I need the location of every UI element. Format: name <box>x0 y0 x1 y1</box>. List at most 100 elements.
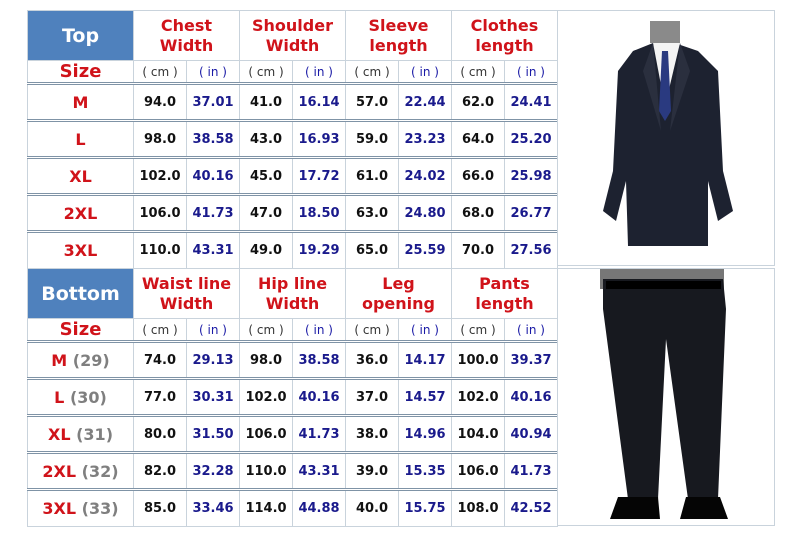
table-row: XL 102.0 40.16 45.0 17.72 61.0 24.02 66.0 25.98 <box>27 156 558 195</box>
unit-in: ( in ) <box>292 60 346 84</box>
unit-cm: ( cm ) <box>133 60 187 84</box>
table-row: 3XL 110.0 43.31 49.0 19.29 65.0 25.59 70.0 27.56 <box>27 230 558 269</box>
unit-in: ( in ) <box>186 318 240 342</box>
value-in: 15.75 <box>398 488 452 527</box>
column-header: Pants length <box>451 268 558 319</box>
value-cm: 102.0 <box>133 156 187 195</box>
size-name: 2XL (32) <box>27 451 134 490</box>
value-in: 37.01 <box>186 82 240 121</box>
value-in: 24.02 <box>398 156 452 195</box>
section-tag: Bottom <box>27 268 134 319</box>
value-cm: 63.0 <box>345 193 399 232</box>
value-in: 32.28 <box>186 451 240 490</box>
value-cm: 108.0 <box>451 488 505 527</box>
size-name: 3XL (33) <box>27 488 134 527</box>
unit-cm: ( cm ) <box>239 318 293 342</box>
column-header: Clothes length <box>451 10 558 61</box>
size-label: Size <box>27 60 134 84</box>
value-in: 38.58 <box>292 340 346 379</box>
value-cm: 106.0 <box>133 193 187 232</box>
unit-in: ( in ) <box>292 318 346 342</box>
value-cm: 98.0 <box>133 119 187 158</box>
value-cm: 65.0 <box>345 230 399 269</box>
value-cm: 100.0 <box>451 340 505 379</box>
value-in: 42.52 <box>504 488 558 527</box>
value-in: 41.73 <box>292 414 346 453</box>
value-cm: 74.0 <box>133 340 187 379</box>
value-in: 31.50 <box>186 414 240 453</box>
value-in: 33.46 <box>186 488 240 527</box>
size-name: 3XL <box>27 230 134 269</box>
value-in: 24.80 <box>398 193 452 232</box>
value-cm: 102.0 <box>451 377 505 416</box>
value-in: 16.93 <box>292 119 346 158</box>
size-label: Size <box>27 318 134 342</box>
unit-in: ( in ) <box>398 60 452 84</box>
size-name: M <box>27 82 134 121</box>
value-in: 40.16 <box>292 377 346 416</box>
value-in: 43.31 <box>186 230 240 269</box>
value-cm: 70.0 <box>451 230 505 269</box>
table-row: 2XL (32) 82.0 32.28 110.0 43.31 39.0 15.35 106.… <box>27 451 558 490</box>
value-in: 24.41 <box>504 82 558 121</box>
bottom-size-section: Bottom Waist line Width Hip line Width Leg ope… <box>27 268 775 527</box>
table-row: 3XL (33) 85.0 33.46 114.0 44.88 40.0 15.75 108.… <box>27 488 558 527</box>
value-in: 19.29 <box>292 230 346 269</box>
unit-in: ( in ) <box>504 60 558 84</box>
value-cm: 77.0 <box>133 377 187 416</box>
value-in: 30.31 <box>186 377 240 416</box>
value-in: 22.44 <box>398 82 452 121</box>
value-in: 25.59 <box>398 230 452 269</box>
value-in: 14.96 <box>398 414 452 453</box>
size-name: XL (31) <box>27 414 134 453</box>
value-cm: 62.0 <box>451 82 505 121</box>
value-cm: 104.0 <box>451 414 505 453</box>
value-cm: 68.0 <box>451 193 505 232</box>
value-cm: 38.0 <box>345 414 399 453</box>
value-cm: 47.0 <box>239 193 293 232</box>
top-size-table: Top Chest Width Shoulder Width Sleeve length Cl… <box>27 10 558 269</box>
column-header: Sleeve length <box>345 10 452 61</box>
value-in: 29.13 <box>186 340 240 379</box>
value-in: 43.31 <box>292 451 346 490</box>
column-header: Leg opening <box>345 268 452 319</box>
value-cm: 40.0 <box>345 488 399 527</box>
value-cm: 110.0 <box>133 230 187 269</box>
value-cm: 102.0 <box>239 377 293 416</box>
value-cm: 49.0 <box>239 230 293 269</box>
column-header: Chest Width <box>133 10 240 61</box>
size-name: M (29) <box>27 340 134 379</box>
table-row: L 98.0 38.58 43.0 16.93 59.0 23.23 64.0 25.20 <box>27 119 558 158</box>
table-row: L (30) 77.0 30.31 102.0 40.16 37.0 14.57 102.0 4… <box>27 377 558 416</box>
unit-in: ( in ) <box>504 318 558 342</box>
value-cm: 43.0 <box>239 119 293 158</box>
value-cm: 64.0 <box>451 119 505 158</box>
table-row: M 94.0 37.01 41.0 16.14 57.0 22.44 62.0 24.41 <box>27 82 558 121</box>
value-cm: 106.0 <box>451 451 505 490</box>
unit-cm: ( cm ) <box>239 60 293 84</box>
value-cm: 41.0 <box>239 82 293 121</box>
value-in: 38.58 <box>186 119 240 158</box>
value-in: 39.37 <box>504 340 558 379</box>
value-in: 44.88 <box>292 488 346 527</box>
value-in: 26.77 <box>504 193 558 232</box>
value-in: 25.20 <box>504 119 558 158</box>
value-in: 25.98 <box>504 156 558 195</box>
value-cm: 80.0 <box>133 414 187 453</box>
top-size-section: Top Chest Width Shoulder Width Sleeve length Cl… <box>27 10 775 269</box>
value-cm: 110.0 <box>239 451 293 490</box>
value-cm: 106.0 <box>239 414 293 453</box>
value-cm: 45.0 <box>239 156 293 195</box>
value-in: 18.50 <box>292 193 346 232</box>
value-in: 14.57 <box>398 377 452 416</box>
unit-in: ( in ) <box>186 60 240 84</box>
value-cm: 61.0 <box>345 156 399 195</box>
column-header: Waist line Width <box>133 268 240 319</box>
value-in: 40.16 <box>504 377 558 416</box>
size-name: XL <box>27 156 134 195</box>
table-row: XL (31) 80.0 31.50 106.0 41.73 38.0 14.96 104.0… <box>27 414 558 453</box>
suit-jacket-image <box>557 10 775 266</box>
table-row: M (29) 74.0 29.13 98.0 38.58 36.0 14.17 100.0 39… <box>27 340 558 379</box>
unit-cm: ( cm ) <box>451 318 505 342</box>
size-name: 2XL <box>27 193 134 232</box>
